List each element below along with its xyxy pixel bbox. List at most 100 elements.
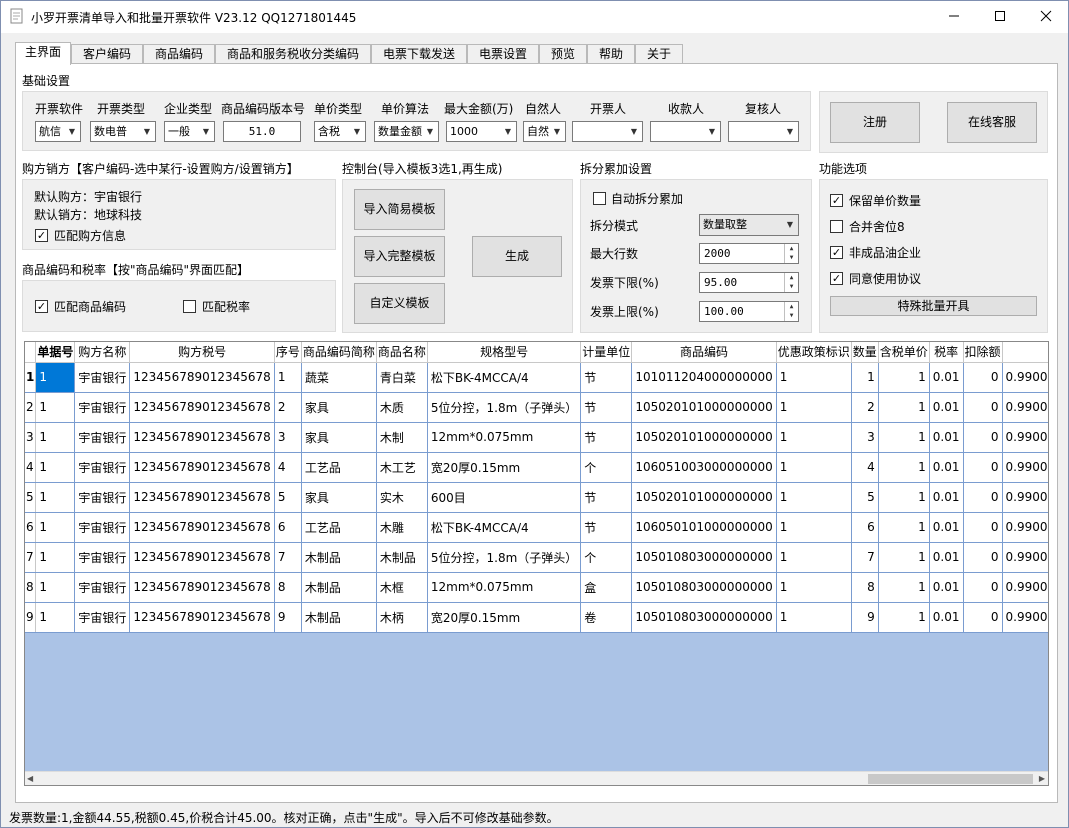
- split-mode-select[interactable]: 数量取整 ▼: [699, 214, 799, 236]
- lower-limit-input[interactable]: 95.00 ▲ ▼: [699, 272, 799, 293]
- table-cell[interactable]: 0.01: [929, 482, 964, 513]
- table-row[interactable]: 9 1 宇宙银行 123456789012345678 9 木制品 木柄 宽20厚0.15mm…: [25, 602, 1048, 633]
- column-header[interactable]: 数量: [851, 342, 879, 363]
- table-cell[interactable]: 3: [851, 422, 879, 453]
- table-cell[interactable]: 木柄: [376, 602, 428, 633]
- tab-tax-classification[interactable]: 商品和服务税收分类编码: [215, 44, 371, 64]
- table-cell[interactable]: 盒: [580, 572, 633, 603]
- table-cell[interactable]: 宇宙银行: [74, 392, 131, 423]
- column-header[interactable]: 单据号: [35, 342, 76, 363]
- table-cell[interactable]: 1: [878, 602, 930, 633]
- minimize-button[interactable]: [931, 1, 977, 32]
- table-cell[interactable]: 1: [35, 572, 76, 603]
- column-header[interactable]: 商品名称: [376, 342, 428, 363]
- table-cell[interactable]: 123456789012345678: [129, 602, 275, 633]
- table-cell[interactable]: 节: [580, 512, 633, 543]
- table-cell[interactable]: 家具: [301, 422, 377, 453]
- table-cell[interactable]: 105020101000000000: [631, 422, 777, 453]
- table-cell[interactable]: 木框: [376, 572, 428, 603]
- table-cell[interactable]: 0.9900990: [1002, 452, 1048, 483]
- data-grid[interactable]: 单据号 购方名称 购方税号 序号 商品编码简称 商品名称 规格型号 计量单位 商…: [24, 341, 1049, 786]
- match-tax-checkbox[interactable]: [183, 300, 196, 313]
- table-cell[interactable]: 松下BK-4MCCA/4: [427, 512, 582, 543]
- column-header[interactable]: 优惠政策标识: [776, 342, 852, 363]
- match-code-checkbox[interactable]: ✓: [35, 300, 48, 313]
- price-type-select[interactable]: 含税 ▼: [314, 121, 366, 142]
- table-cell[interactable]: 节: [580, 422, 633, 453]
- table-cell[interactable]: 1: [776, 542, 852, 573]
- row-header[interactable]: 1: [25, 362, 37, 393]
- table-cell[interactable]: 0.9900990: [1002, 512, 1048, 543]
- max-rows-input[interactable]: 2000 ▲ ▼: [699, 243, 799, 264]
- scroll-right-icon[interactable]: ▶: [1039, 774, 1045, 783]
- table-cell[interactable]: 1: [776, 512, 852, 543]
- table-cell[interactable]: 6: [274, 512, 302, 543]
- table-cell[interactable]: 宇宙银行: [74, 452, 131, 483]
- table-cell[interactable]: 0.9900990: [1002, 422, 1048, 453]
- tab-einvoice-settings[interactable]: 电票设置: [467, 44, 539, 64]
- table-cell[interactable]: 1: [776, 572, 852, 603]
- table-cell[interactable]: 0.01: [929, 362, 964, 393]
- register-button[interactable]: 注册: [830, 102, 920, 143]
- column-header[interactable]: 商品编码: [631, 342, 777, 363]
- table-cell[interactable]: 0: [963, 422, 1003, 453]
- scroll-left-icon[interactable]: ◀: [27, 774, 33, 783]
- table-cell[interactable]: 123456789012345678: [129, 542, 275, 573]
- table-cell[interactable]: 0: [963, 572, 1003, 603]
- table-cell[interactable]: 1: [35, 422, 76, 453]
- table-cell[interactable]: 宇宙银行: [74, 572, 131, 603]
- table-cell[interactable]: 12mm*0.075mm: [427, 422, 582, 453]
- table-cell[interactable]: 105010803000000000: [631, 542, 777, 573]
- table-cell[interactable]: 1: [851, 362, 879, 393]
- column-header[interactable]: 计量单位: [580, 342, 633, 363]
- table-cell[interactable]: 1: [776, 422, 852, 453]
- natural-person-select[interactable]: 自然 ▼: [523, 121, 566, 142]
- code-version-input[interactable]: 51.0: [223, 121, 301, 142]
- table-cell[interactable]: 0: [963, 602, 1003, 633]
- row-header[interactable]: 9: [25, 602, 37, 633]
- table-cell[interactable]: 0.01: [929, 602, 964, 633]
- column-header[interactable]: 购方税号: [129, 342, 275, 363]
- table-cell[interactable]: 木雕: [376, 512, 428, 543]
- table-cell[interactable]: 0: [963, 362, 1003, 393]
- table-cell[interactable]: 宇宙银行: [74, 422, 131, 453]
- table-cell[interactable]: 0.9900990: [1002, 392, 1048, 423]
- horizontal-scrollbar[interactable]: ◀ ▶: [25, 771, 1048, 785]
- table-cell[interactable]: 5位分控，1.8m（子弹头）: [427, 392, 582, 423]
- import-full-button[interactable]: 导入完整模板: [354, 236, 445, 277]
- table-cell[interactable]: 松下BK-4MCCA/4: [427, 362, 582, 393]
- row-header[interactable]: 8: [25, 572, 37, 603]
- column-header[interactable]: 购方名称: [74, 342, 131, 363]
- title-bar[interactable]: 小罗开票清单导入和批量开票软件 V23.12 QQ1271801445: [1, 1, 1068, 33]
- table-cell[interactable]: 123456789012345678: [129, 422, 275, 453]
- tab-customer-code[interactable]: 客户编码: [71, 44, 143, 64]
- table-cell[interactable]: 0.01: [929, 392, 964, 423]
- table-cell[interactable]: 123456789012345678: [129, 512, 275, 543]
- table-cell[interactable]: 8: [274, 572, 302, 603]
- table-cell[interactable]: 节: [580, 362, 633, 393]
- table-cell[interactable]: 家具: [301, 482, 377, 513]
- table-cell[interactable]: 0: [963, 512, 1003, 543]
- table-cell[interactable]: 蔬菜: [301, 362, 377, 393]
- table-cell[interactable]: 1: [878, 572, 930, 603]
- table-cell[interactable]: 宇宙银行: [74, 542, 131, 573]
- table-cell[interactable]: 实木: [376, 482, 428, 513]
- table-cell[interactable]: 宇宙银行: [74, 362, 131, 393]
- table-cell[interactable]: 123456789012345678: [129, 392, 275, 423]
- tab-einvoice-download[interactable]: 电票下载发送: [371, 44, 467, 64]
- table-cell[interactable]: 8: [851, 572, 879, 603]
- table-cell[interactable]: 1: [35, 512, 76, 543]
- table-cell[interactable]: 0.9900990: [1002, 362, 1048, 393]
- table-cell[interactable]: 工艺品: [301, 452, 377, 483]
- table-cell[interactable]: 1: [878, 452, 930, 483]
- table-cell[interactable]: 123456789012345678: [129, 452, 275, 483]
- table-cell[interactable]: 101011204000000000: [631, 362, 777, 393]
- import-simple-button[interactable]: 导入简易模板: [354, 189, 445, 230]
- table-cell[interactable]: 1: [274, 362, 302, 393]
- invoice-type-select[interactable]: 数电普 ▼: [90, 121, 156, 142]
- column-header[interactable]: 序号: [274, 342, 302, 363]
- upper-limit-input[interactable]: 100.00 ▲ ▼: [699, 301, 799, 322]
- table-cell[interactable]: 1: [35, 602, 76, 633]
- match-buyer-checkbox[interactable]: ✓: [35, 229, 48, 242]
- table-cell[interactable]: 木制: [376, 422, 428, 453]
